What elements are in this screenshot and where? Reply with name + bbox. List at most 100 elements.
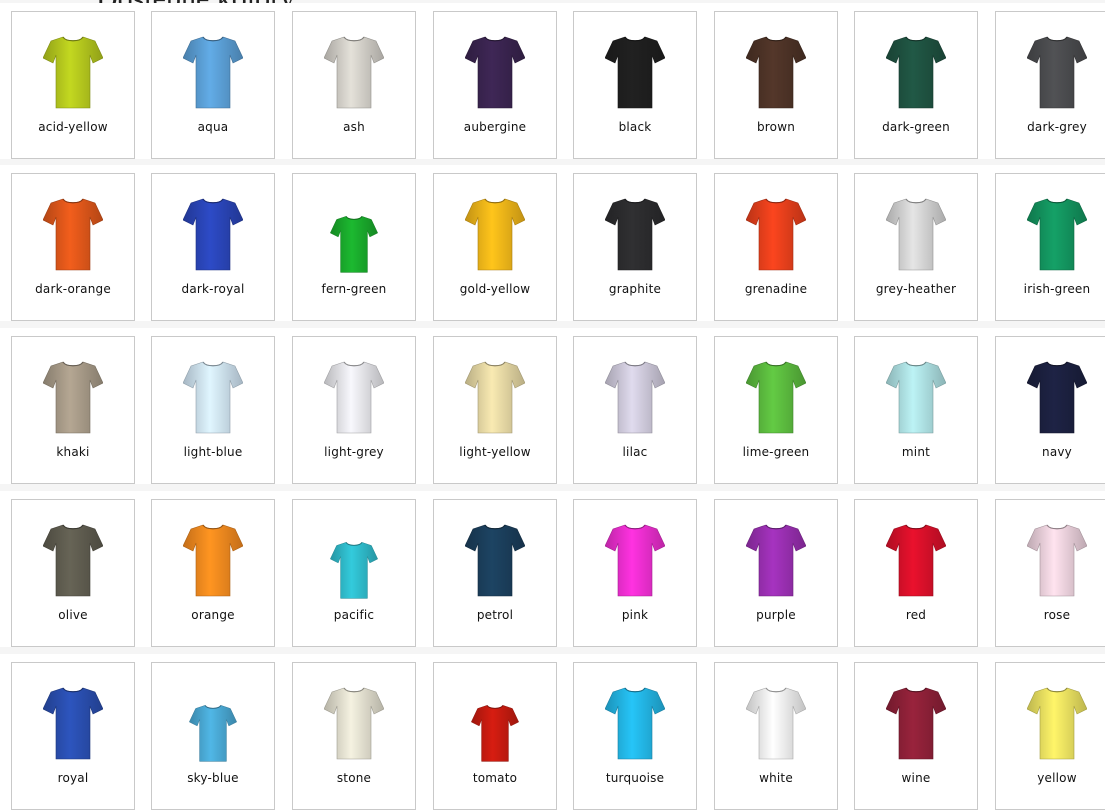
tshirt-icon xyxy=(42,359,104,440)
color-label: light-yellow xyxy=(459,445,531,459)
tshirt-icon xyxy=(1026,685,1088,766)
color-grid: acid-yellow aqua ash aubergine black bro… xyxy=(0,0,1105,810)
tshirt-icon xyxy=(182,522,244,603)
color-swatch-light-grey[interactable]: light-grey xyxy=(292,336,416,484)
color-swatch-lime-green[interactable]: lime-green xyxy=(714,336,838,484)
color-swatch-navy[interactable]: navy xyxy=(995,336,1105,484)
color-label: purple xyxy=(756,608,796,622)
color-label: turquoise xyxy=(605,771,665,785)
color-label: graphite xyxy=(608,282,662,296)
tshirt-icon xyxy=(745,34,807,115)
color-swatch-dark-grey[interactable]: dark-grey xyxy=(995,11,1105,159)
color-swatch-fern-green[interactable]: fern-green xyxy=(292,173,416,321)
color-swatch-rose[interactable]: rose xyxy=(995,499,1105,647)
tshirt-icon xyxy=(745,685,807,766)
color-swatch-turquoise[interactable]: turquoise xyxy=(573,662,697,810)
color-label: lilac xyxy=(622,445,648,459)
tshirt-icon xyxy=(604,685,666,766)
tshirt-icon xyxy=(745,359,807,440)
color-swatch-khaki[interactable]: khaki xyxy=(11,336,135,484)
color-swatch-mint[interactable]: mint xyxy=(854,336,978,484)
tshirt-icon xyxy=(885,196,947,277)
color-swatch-light-yellow[interactable]: light-yellow xyxy=(433,336,557,484)
color-label: lime-green xyxy=(742,445,810,459)
color-label: stone xyxy=(336,771,372,785)
tshirt-icon xyxy=(1026,522,1088,603)
color-swatch-gold-yellow[interactable]: gold-yellow xyxy=(433,173,557,321)
tshirt-icon xyxy=(464,522,526,603)
tshirt-icon xyxy=(1026,34,1088,115)
tshirt-icon xyxy=(323,359,385,440)
color-swatch-black[interactable]: black xyxy=(573,11,697,159)
tshirt-icon xyxy=(330,214,378,279)
color-swatch-aubergine[interactable]: aubergine xyxy=(433,11,557,159)
tshirt-icon xyxy=(42,34,104,115)
color-swatch-dark-orange[interactable]: dark-orange xyxy=(11,173,135,321)
color-swatch-pink[interactable]: pink xyxy=(573,499,697,647)
color-label: sky-blue xyxy=(187,771,239,785)
color-swatch-lilac[interactable]: lilac xyxy=(573,336,697,484)
tshirt-icon xyxy=(604,522,666,603)
tshirt-icon xyxy=(323,685,385,766)
color-label: olive xyxy=(58,608,88,622)
tshirt-icon xyxy=(885,359,947,440)
color-swatch-petrol[interactable]: petrol xyxy=(433,499,557,647)
color-swatch-white[interactable]: white xyxy=(714,662,838,810)
tshirt-icon xyxy=(604,196,666,277)
color-swatch-dark-green[interactable]: dark-green xyxy=(854,11,978,159)
tshirt-icon xyxy=(745,522,807,603)
tshirt-icon xyxy=(464,34,526,115)
tshirt-icon xyxy=(42,685,104,766)
color-swatch-tomato[interactable]: tomato xyxy=(433,662,557,810)
color-label: dark-orange xyxy=(35,282,111,296)
color-swatch-ash[interactable]: ash xyxy=(292,11,416,159)
color-swatch-pacific[interactable]: pacific xyxy=(292,499,416,647)
color-label: dark-royal xyxy=(181,282,245,296)
color-swatch-dark-royal[interactable]: dark-royal xyxy=(151,173,275,321)
color-label: yellow xyxy=(1037,771,1077,785)
tshirt-icon xyxy=(182,34,244,115)
color-swatch-brown[interactable]: brown xyxy=(714,11,838,159)
color-label: light-blue xyxy=(183,445,243,459)
color-swatch-irish-green[interactable]: irish-green xyxy=(995,173,1105,321)
color-swatch-grey-heather[interactable]: grey-heather xyxy=(854,173,978,321)
color-label: white xyxy=(759,771,793,785)
tshirt-icon xyxy=(189,703,237,768)
color-label: irish-green xyxy=(1023,282,1091,296)
color-label: red xyxy=(905,608,927,622)
color-label: ash xyxy=(343,120,365,134)
color-swatch-stone[interactable]: stone xyxy=(292,662,416,810)
tshirt-icon xyxy=(885,685,947,766)
color-swatch-sky-blue[interactable]: sky-blue xyxy=(151,662,275,810)
color-label: grey-heather xyxy=(875,282,957,296)
tshirt-icon xyxy=(330,540,378,605)
color-swatch-yellow[interactable]: yellow xyxy=(995,662,1105,810)
tshirt-icon xyxy=(464,359,526,440)
color-label: khaki xyxy=(56,445,90,459)
color-swatch-grenadine[interactable]: grenadine xyxy=(714,173,838,321)
color-swatch-light-blue[interactable]: light-blue xyxy=(151,336,275,484)
color-swatch-aqua[interactable]: aqua xyxy=(151,11,275,159)
color-label: orange xyxy=(191,608,235,622)
color-swatch-orange[interactable]: orange xyxy=(151,499,275,647)
color-swatch-royal[interactable]: royal xyxy=(11,662,135,810)
color-swatch-purple[interactable]: purple xyxy=(714,499,838,647)
color-swatch-olive[interactable]: olive xyxy=(11,499,135,647)
color-label: fern-green xyxy=(321,282,387,296)
color-label: light-grey xyxy=(324,445,384,459)
tshirt-icon xyxy=(182,359,244,440)
color-label: royal xyxy=(57,771,89,785)
tshirt-icon xyxy=(885,522,947,603)
tshirt-icon xyxy=(1026,359,1088,440)
color-swatch-red[interactable]: red xyxy=(854,499,978,647)
tshirt-icon xyxy=(1026,196,1088,277)
color-label: aubergine xyxy=(463,120,527,134)
color-swatch-acid-yellow[interactable]: acid-yellow xyxy=(11,11,135,159)
color-label: navy xyxy=(1042,445,1072,459)
color-label: gold-yellow xyxy=(459,282,531,296)
color-swatch-graphite[interactable]: graphite xyxy=(573,173,697,321)
color-label: aqua xyxy=(197,120,229,134)
color-swatch-wine[interactable]: wine xyxy=(854,662,978,810)
color-label: dark-green xyxy=(882,120,950,134)
tshirt-icon xyxy=(323,34,385,115)
